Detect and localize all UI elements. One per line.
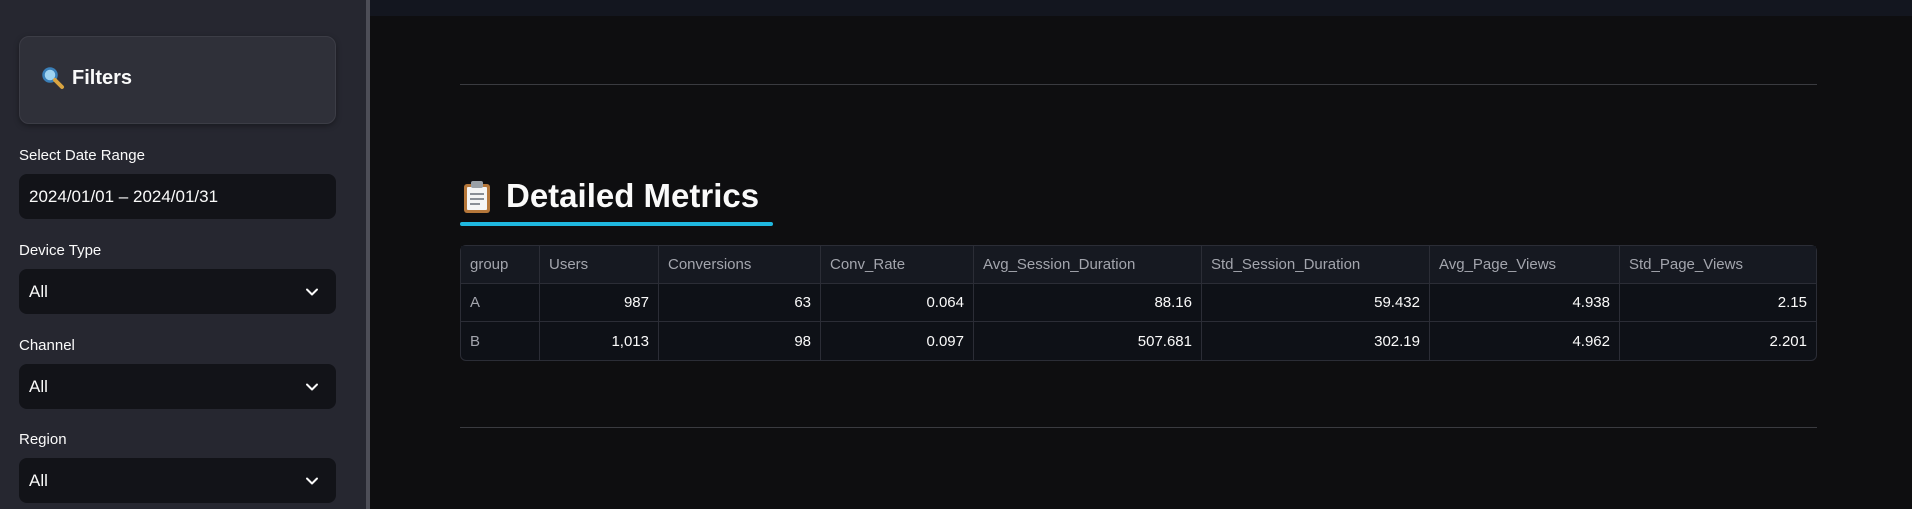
divider [460,427,1817,428]
table-cell[interactable]: 507.681 [974,322,1202,360]
channel-label: Channel [19,337,75,354]
device-type-value: All [29,282,48,301]
chevron-down-icon [306,383,318,391]
table-cell[interactable]: 88.16 [974,284,1202,322]
device-type-select[interactable]: All [19,269,336,314]
section-title-underline [460,222,773,226]
table-cell[interactable]: B [461,322,540,360]
column-header[interactable]: Std_Session_Duration [1202,246,1430,284]
table-cell[interactable]: 63 [659,284,821,322]
table-cell[interactable]: A [461,284,540,322]
column-header[interactable]: Conversions [659,246,821,284]
column-header[interactable]: Std_Page_Views [1620,246,1816,284]
section-title: Detailed Metrics [506,177,760,214]
date-range-value: 2024/01/01 – 2024/01/31 [29,187,219,206]
table-header-row: group Users Conversions Conv_Rate Avg_Se… [461,246,1816,284]
table-cell[interactable]: 0.064 [821,284,974,322]
table-cell[interactable]: 1,013 [540,322,659,360]
column-header[interactable]: Avg_Session_Duration [974,246,1202,284]
column-header[interactable]: Avg_Page_Views [1430,246,1620,284]
table-cell[interactable]: 59.432 [1202,284,1430,322]
table-cell[interactable]: 987 [540,284,659,322]
table-row[interactable]: A 987 63 0.064 88.16 59.432 4.938 2.15 [461,284,1816,322]
table-cell[interactable]: 2.15 [1620,284,1816,322]
table-row[interactable]: B 1,013 98 0.097 507.681 302.19 4.962 2.… [461,322,1816,360]
date-range-input[interactable]: 2024/01/01 – 2024/01/31 [19,174,336,219]
device-type-label: Device Type [19,242,102,259]
metrics-table[interactable]: group Users Conversions Conv_Rate Avg_Se… [460,245,1817,361]
table-cell[interactable]: 4.962 [1430,322,1620,360]
table-cell[interactable]: 0.097 [821,322,974,360]
magnifier-icon [42,67,64,89]
channel-value: All [29,377,48,396]
table-cell[interactable]: 302.19 [1202,322,1430,360]
filters-title: Filters [72,67,133,89]
chevron-down-icon [306,477,318,485]
column-header[interactable]: Conv_Rate [821,246,974,284]
table-cell[interactable]: 98 [659,322,821,360]
table-cell[interactable]: 4.938 [1430,284,1620,322]
sidebar: Filters Select Date Range 2024/01/01 – 2… [0,0,370,509]
chevron-down-icon [306,288,318,296]
channel-select[interactable]: All [19,364,336,409]
column-header[interactable]: Users [540,246,659,284]
table-cell[interactable]: 2.201 [1620,322,1816,360]
clipboard-icon [464,181,490,213]
divider [460,84,1817,85]
region-label: Region [19,431,67,448]
region-select[interactable]: All [19,458,336,503]
top-header-bar [370,0,1912,16]
region-value: All [29,471,48,490]
date-range-label: Select Date Range [19,147,145,164]
column-header[interactable]: group [461,246,540,284]
filters-card: Filters [19,36,336,124]
